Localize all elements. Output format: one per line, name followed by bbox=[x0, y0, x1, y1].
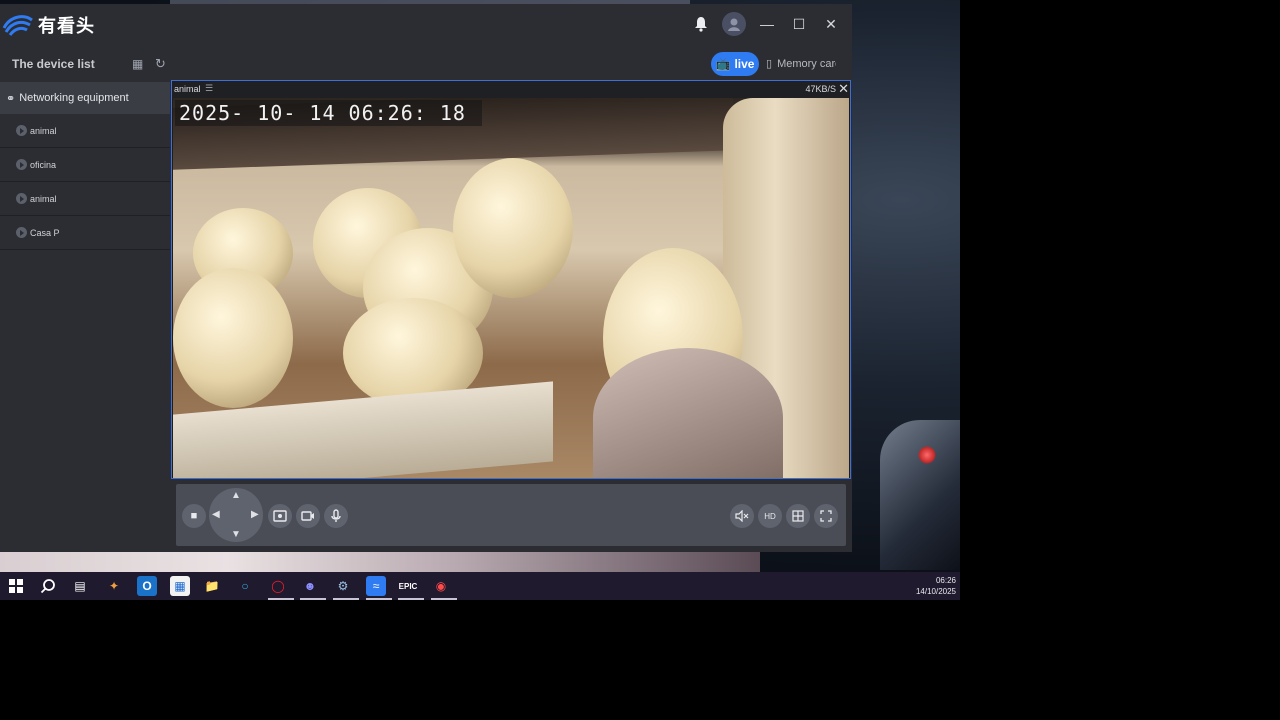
microphone-icon bbox=[331, 509, 341, 522]
feed-bowl bbox=[593, 348, 783, 478]
hd-button[interactable]: HD bbox=[758, 504, 782, 528]
sd-card-icon: ▯ bbox=[766, 58, 773, 70]
device-group-networking[interactable]: ⚭ Networking equipment bbox=[0, 82, 170, 114]
device-item-animal[interactable]: animal bbox=[0, 114, 170, 148]
minimize-icon[interactable]: — bbox=[756, 13, 778, 35]
fullscreen-button[interactable] bbox=[814, 504, 838, 528]
app-logo: 有看头 bbox=[2, 12, 95, 38]
window-controls: — ☐ ✕ bbox=[690, 12, 842, 36]
wallpaper-light bbox=[0, 552, 760, 572]
clock-date: 14/10/2025 bbox=[915, 587, 956, 596]
group-label: Networking equipment bbox=[19, 92, 129, 104]
clock-time: 06:26 bbox=[935, 576, 956, 585]
device-list-title: The device list bbox=[12, 57, 95, 71]
camera-feed[interactable]: 2025- 10- 14 06:26: 18 bbox=[173, 98, 849, 478]
windows-start-icon[interactable] bbox=[6, 576, 26, 596]
ptz-left-icon[interactable]: ◀ bbox=[212, 509, 220, 520]
epic-games-icon[interactable]: EPIC bbox=[398, 576, 424, 600]
chick bbox=[173, 268, 293, 408]
wallpaper-glow bbox=[918, 446, 936, 464]
screenshot-button[interactable] bbox=[268, 504, 292, 528]
ptz-down-icon[interactable]: ▼ bbox=[231, 529, 241, 540]
opera-icon[interactable]: ◯ bbox=[268, 576, 294, 600]
device-item-casa-p[interactable]: Casa P bbox=[0, 216, 170, 250]
ptz-up-icon[interactable]: ▲ bbox=[231, 490, 241, 501]
file-explorer-icon[interactable]: 📁 bbox=[202, 576, 222, 596]
user-avatar[interactable] bbox=[722, 12, 746, 36]
camera-app-icon[interactable]: ≈ bbox=[366, 576, 392, 600]
outlook-icon[interactable]: O bbox=[137, 576, 157, 596]
record-button[interactable] bbox=[296, 504, 320, 528]
discord-icon[interactable]: ☻ bbox=[300, 576, 326, 600]
memory-card-tab[interactable]: ▯ Memory card bbox=[766, 57, 836, 71]
device-sidebar: ⚭ Networking equipment animal oficina an… bbox=[0, 82, 170, 552]
device-item-oficina[interactable]: oficina bbox=[0, 148, 170, 182]
search-icon[interactable] bbox=[38, 576, 58, 596]
video-panel[interactable]: animal ☰ 47KB/S ✕ 2025- 10- 14 06:26: 18 bbox=[171, 80, 851, 479]
device-label: animal bbox=[30, 125, 57, 136]
talk-button[interactable] bbox=[324, 504, 348, 528]
system-clock[interactable]: 06:26 14/10/2025 bbox=[916, 575, 956, 597]
live-label: live bbox=[734, 57, 755, 71]
device-label: oficina bbox=[30, 159, 57, 170]
device-label: Casa P bbox=[30, 227, 60, 238]
store-icon[interactable]: ▦ bbox=[170, 576, 190, 596]
video-timestamp: 2025- 10- 14 06:26: 18 bbox=[175, 100, 482, 126]
copilot-icon[interactable]: ✦ bbox=[104, 576, 124, 596]
bell-icon[interactable] bbox=[690, 13, 712, 35]
tv-icon: 📺 bbox=[715, 57, 731, 71]
bitrate-readout: 47KB/S bbox=[805, 84, 836, 94]
play-icon bbox=[16, 227, 27, 238]
device-item-animal-2[interactable]: animal bbox=[0, 182, 170, 216]
chick bbox=[453, 158, 573, 298]
eye-logo-icon bbox=[2, 15, 33, 36]
video-header: animal ☰ 47KB/S ✕ bbox=[172, 81, 850, 98]
fullscreen-icon bbox=[820, 510, 832, 522]
camera-name: animal bbox=[174, 84, 201, 94]
play-icon bbox=[16, 125, 27, 136]
device-label: animal bbox=[30, 193, 57, 204]
grid-view-icon[interactable]: ▦ bbox=[132, 57, 143, 71]
refresh-icon[interactable]: ↻ bbox=[155, 56, 166, 72]
memory-card-label: Memory card bbox=[777, 57, 836, 70]
app-icon[interactable]: ◉ bbox=[431, 576, 457, 600]
screenshot-icon bbox=[273, 510, 287, 522]
grid-layout-icon bbox=[792, 510, 804, 522]
brand-name: 有看头 bbox=[38, 16, 95, 36]
mute-button[interactable] bbox=[730, 504, 754, 528]
playback-controls: ■ ▲ ▼ ◀ ▶ HD bbox=[176, 484, 846, 546]
sub-bar: The device list ▦ ↻ 📺 live ▯ Memory card bbox=[0, 50, 852, 84]
play-icon bbox=[16, 193, 27, 204]
maximize-icon[interactable]: ☐ bbox=[788, 13, 810, 35]
title-bar: 有看头 — ☐ ✕ bbox=[0, 4, 852, 48]
split-view-button[interactable] bbox=[786, 504, 810, 528]
wallpaper-shape bbox=[880, 420, 960, 570]
steam-icon[interactable]: ⚙ bbox=[333, 576, 359, 600]
speaker-muted-icon bbox=[735, 510, 749, 522]
globe-icon: ⚭ bbox=[6, 92, 16, 105]
stop-button[interactable]: ■ bbox=[182, 504, 206, 528]
play-icon bbox=[16, 159, 27, 170]
live-button[interactable]: 📺 live bbox=[711, 52, 759, 76]
taskbar: ▤ ✦ O ▦ 📁 ○ ◯ ☻ ⚙ ≈ EPIC ◉ 06:26 14/10/2… bbox=[0, 572, 960, 600]
menu-icon[interactable]: ☰ bbox=[205, 83, 213, 94]
ptz-right-icon[interactable]: ▶ bbox=[251, 509, 259, 520]
hd-label: HD bbox=[764, 511, 776, 521]
close-video-icon[interactable]: ✕ bbox=[838, 81, 849, 97]
video-camera-icon bbox=[301, 511, 314, 521]
ptz-control[interactable]: ▲ ▼ ◀ ▶ bbox=[209, 488, 263, 542]
close-icon[interactable]: ✕ bbox=[820, 13, 842, 35]
edge-icon[interactable]: ○ bbox=[235, 576, 255, 596]
task-view-icon[interactable]: ▤ bbox=[70, 576, 90, 596]
